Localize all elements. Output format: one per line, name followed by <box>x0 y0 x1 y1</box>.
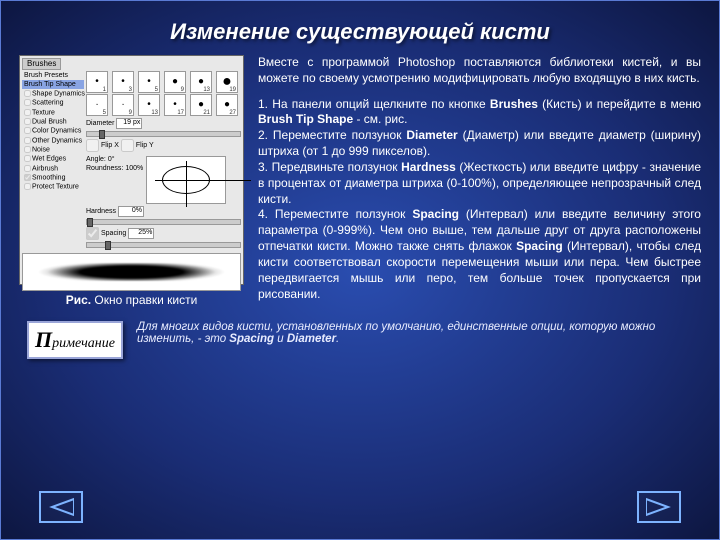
brush-tip: •3 <box>112 71 134 93</box>
intro-paragraph: Вместе с программой Photoshop поставляют… <box>258 55 701 87</box>
flipx-check <box>86 139 99 152</box>
checkbox-icon <box>24 127 31 134</box>
brushes-panel-screenshot: Brushes Brush Presets Brush Tip Shape Sh… <box>19 55 244 285</box>
diameter-value: 19 px <box>116 118 142 129</box>
sidebar-item-presets: Brush Presets <box>22 71 84 80</box>
sidebar-item: Wet Edges <box>22 154 84 163</box>
brush-tip-grid: •1 •3 •5 ●9 ●13 ●19 ∙5 ∙9 •13 •17 ●21 ●2… <box>86 71 241 116</box>
page-title: Изменение существующей кисти <box>1 19 719 45</box>
brush-tip: ●9 <box>164 71 186 93</box>
sidebar-item-tipshape: Brush Tip Shape <box>22 80 84 89</box>
note-label: Примечание <box>27 321 123 359</box>
figure-caption: Рис. Окно правки кисти <box>19 293 244 307</box>
panel-main: •1 •3 •5 ●9 ●13 ●19 ∙5 ∙9 •13 •17 ●21 ●2… <box>86 71 241 250</box>
brush-tip: ●19 <box>216 71 238 93</box>
arrow-right-icon <box>646 497 672 517</box>
sidebar-item: Dual Brush <box>22 117 84 126</box>
sidebar-item: Smoothing <box>22 173 84 182</box>
angle-widget <box>146 156 226 204</box>
brush-tip: ●21 <box>190 94 212 116</box>
brush-tip: •17 <box>164 94 186 116</box>
spacing-slider <box>86 242 241 248</box>
flipy-check <box>121 139 134 152</box>
brush-preview <box>22 253 241 291</box>
spacing-value: 25% <box>128 228 154 239</box>
next-arrow-button[interactable] <box>637 491 681 523</box>
main-layout: Brushes Brush Presets Brush Tip Shape Sh… <box>1 45 719 307</box>
steps-paragraph: 1. На панели опций щелкните по кнопке Br… <box>258 97 701 303</box>
brush-tip: ∙5 <box>86 94 108 116</box>
arrow-left-icon <box>48 497 74 517</box>
checkbox-icon <box>24 90 31 97</box>
panel-sidebar: Brush Presets Brush Tip Shape Shape Dyna… <box>22 71 84 250</box>
checkbox-icon <box>24 155 31 162</box>
checkbox-icon <box>24 146 31 153</box>
checkbox-icon <box>24 118 31 125</box>
hardness-label: Hardness <box>86 208 116 215</box>
sidebar-item: Noise <box>22 145 84 154</box>
right-column: Вместе с программой Photoshop поставляют… <box>258 55 701 307</box>
hardness-slider <box>86 219 241 225</box>
nav-arrows <box>1 491 719 523</box>
diameter-label: Diameter <box>86 120 114 127</box>
note-text: Для многих видов кисти, установленных по… <box>137 321 689 345</box>
spacing-label: Spacing <box>101 230 126 237</box>
brush-tip: •1 <box>86 71 108 93</box>
sidebar-item: Other Dynamics <box>22 136 84 145</box>
checkbox-icon <box>24 109 31 116</box>
brush-tip: •13 <box>138 94 160 116</box>
checkbox-icon <box>24 165 31 172</box>
brush-tip: ∙9 <box>112 94 134 116</box>
brush-tip: •5 <box>138 71 160 93</box>
checkbox-icon <box>24 99 31 106</box>
panel-tab: Brushes <box>22 58 61 70</box>
sidebar-item: Airbrush <box>22 164 84 173</box>
left-column: Brushes Brush Presets Brush Tip Shape Sh… <box>19 55 244 307</box>
prev-arrow-button[interactable] <box>39 491 83 523</box>
spacing-check <box>86 227 99 240</box>
hardness-value: 0% <box>118 206 144 217</box>
sidebar-item: Protect Texture <box>22 182 84 191</box>
brush-tip: ●27 <box>216 94 238 116</box>
diameter-slider <box>86 131 241 137</box>
note-box: Примечание Для многих видов кисти, устан… <box>1 321 719 359</box>
sidebar-item: Texture <box>22 108 84 117</box>
panel-controls: Diameter19 px Flip X Flip Y Angle:0° Rou… <box>86 118 241 248</box>
checkbox-icon <box>24 183 31 190</box>
sidebar-item: Shape Dynamics <box>22 89 84 98</box>
sidebar-item: Color Dynamics <box>22 126 84 135</box>
checkbox-icon <box>24 137 31 144</box>
checkbox-icon <box>24 174 31 181</box>
sidebar-item: Scattering <box>22 98 84 107</box>
brush-tip: ●13 <box>190 71 212 93</box>
